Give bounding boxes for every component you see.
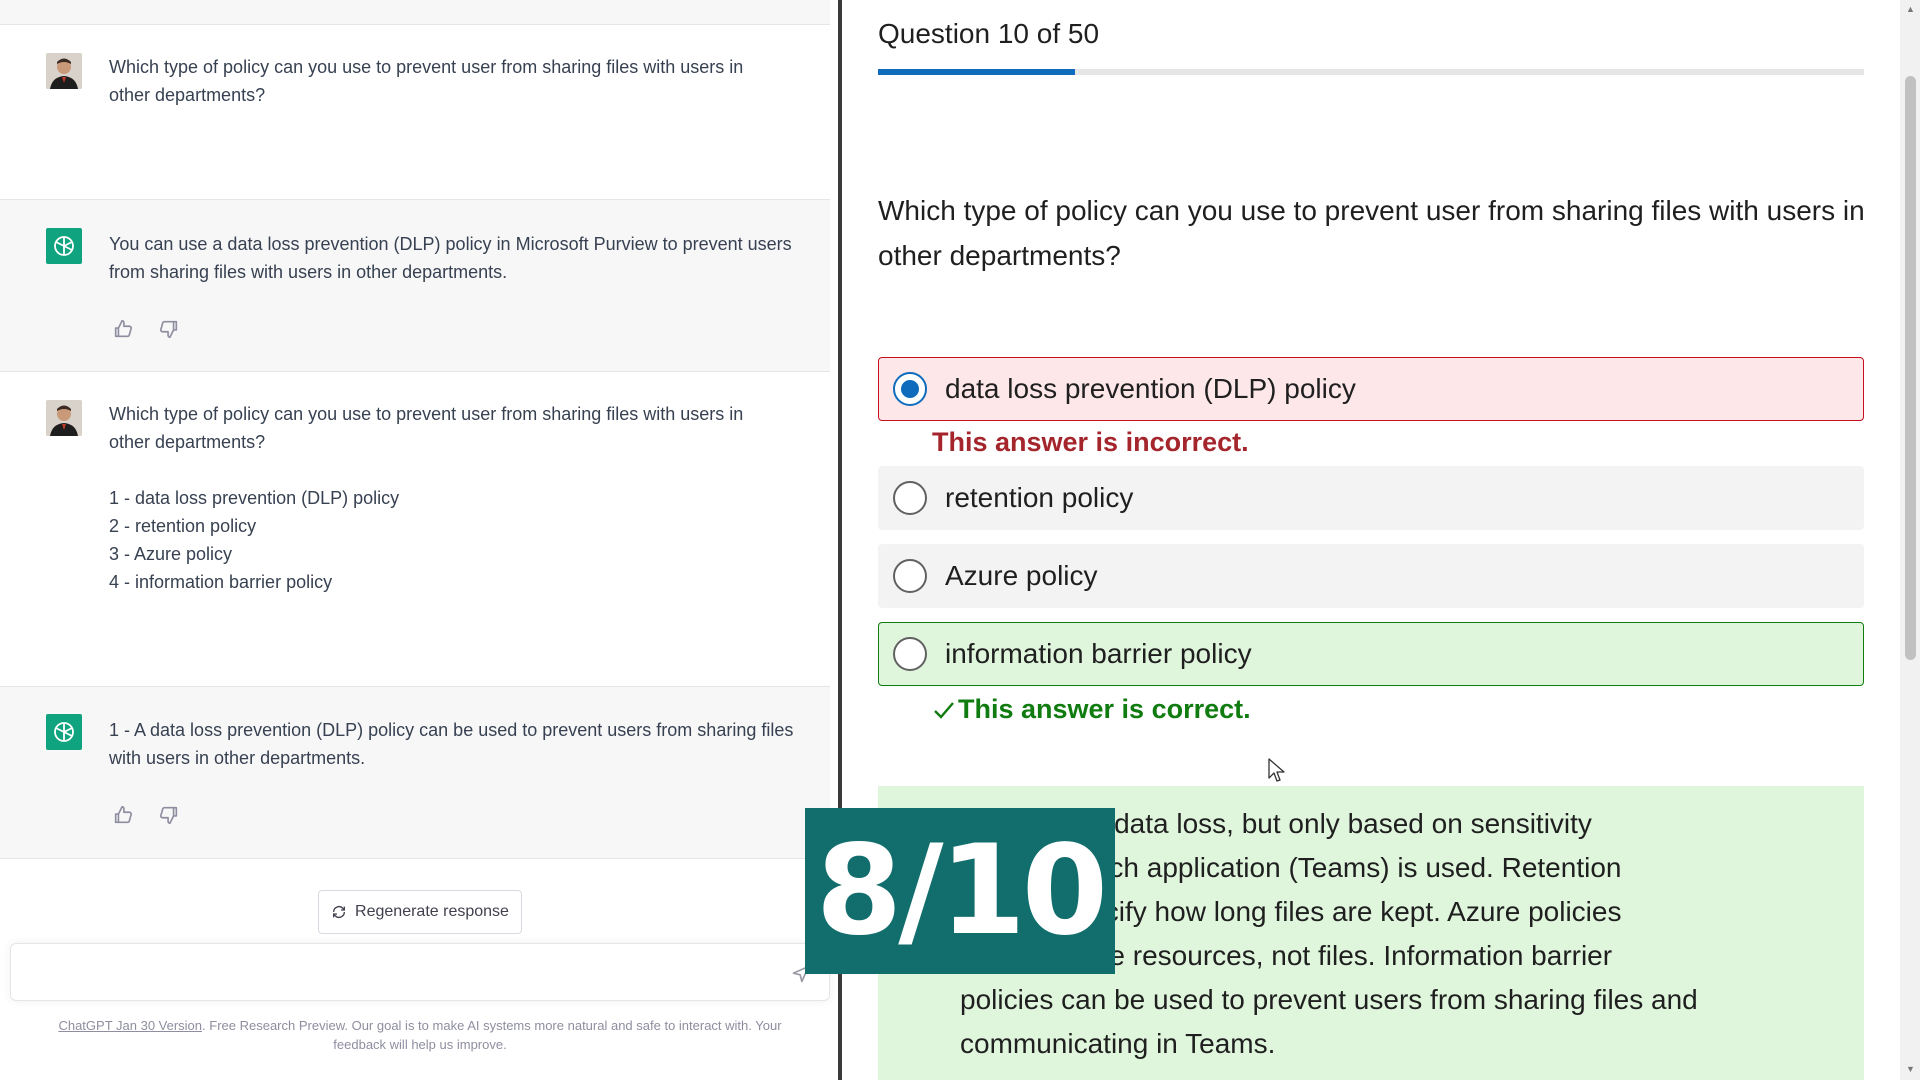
footer-note: ChatGPT Jan 30 Version. Free Research Pr… [40,1016,800,1054]
radio-button[interactable] [893,637,927,671]
thumbs-down-icon[interactable] [158,318,180,340]
list-item: 3 - Azure policy [109,544,233,564]
progress-fill [878,69,1076,75]
question-text: Which type of policy can you use to prev… [878,195,1865,271]
thumbs-up-icon[interactable] [112,804,134,826]
chat-message-user: Which type of policy can you use to prev… [0,25,830,200]
explanation-line: communicating in Teams. [960,1028,1276,1059]
chat-message-assistant: You can use a data loss prevention (DLP)… [0,200,830,372]
chat-pane: Which type of policy can you use to prev… [0,0,840,1080]
answer-label: Azure policy [945,560,1098,591]
answer-option[interactable]: Azure policy [878,544,1864,608]
answer-option[interactable]: data loss prevention (DLP) policy [878,357,1864,421]
answer-label: retention policy [945,482,1134,513]
feedback-incorrect: This answer is incorrect. [932,427,1249,457]
feedback-correct: This answer is correct. [932,694,1251,725]
thumbs-down-icon[interactable] [158,804,180,826]
list-item: 1 - data loss prevention (DLP) policy [109,488,400,508]
chat-message-text: You can use a data loss prevention (DLP)… [109,234,792,282]
regenerate-label: Regenerate response [355,903,509,920]
scroll-down-arrow-icon[interactable]: ▼ [1906,1064,1915,1074]
question-counter: Question 10 of 50 [878,18,1100,49]
explanation-line: policies can be used to prevent users fr… [960,984,1698,1015]
mouse-cursor-icon [1268,758,1285,782]
footer-text: . Free Research Preview. Our goal is to … [202,1018,782,1052]
radio-button[interactable] [893,372,927,406]
scrollbar-thumb[interactable] [1905,76,1916,660]
answer-option[interactable]: retention policy [878,466,1864,530]
answer-label: information barrier policy [945,638,1252,669]
chatgpt-logo-icon [46,228,82,264]
user-avatar [46,53,82,89]
chat-input[interactable] [10,943,830,1001]
list-item: 2 - retention policy [109,516,257,536]
scrollbar[interactable]: ▲ ▼ [1900,0,1920,1080]
regenerate-button[interactable]: Regenerate response [318,890,522,934]
user-avatar [46,400,82,436]
chatgpt-logo-icon [46,714,82,750]
radio-button[interactable] [893,559,927,593]
chat-message-text: Which type of policy can you use to prev… [109,57,744,105]
answer-option[interactable]: information barrier policy [878,622,1864,686]
answer-label: data loss prevention (DLP) policy [945,373,1356,404]
list-item: 4 - information barrier policy [109,572,333,592]
feedback-correct-text: This answer is correct. [958,694,1251,724]
score-overlay: 8/10 [805,808,1115,974]
radio-button[interactable] [893,481,927,515]
scroll-up-arrow-icon[interactable]: ▲ [1906,4,1915,14]
chat-message-text: 1 - A data loss prevention (DLP) policy … [109,720,794,768]
chat-message-user: Which type of policy can you use to prev… [0,372,830,687]
thumbs-up-icon[interactable] [112,318,134,340]
chat-message-question: Which type of policy can you use to prev… [109,404,744,452]
version-link[interactable]: ChatGPT Jan 30 Version [58,1018,202,1033]
regenerate-icon [333,906,346,918]
chat-message-text: Which type of policy can you use to prev… [109,400,789,596]
checkmark-icon [934,701,954,719]
chat-message-assistant: 1 - A data loss prevention (DLP) policy … [0,687,830,859]
chat-top-strip [0,0,830,25]
progress-bar [878,69,1864,75]
